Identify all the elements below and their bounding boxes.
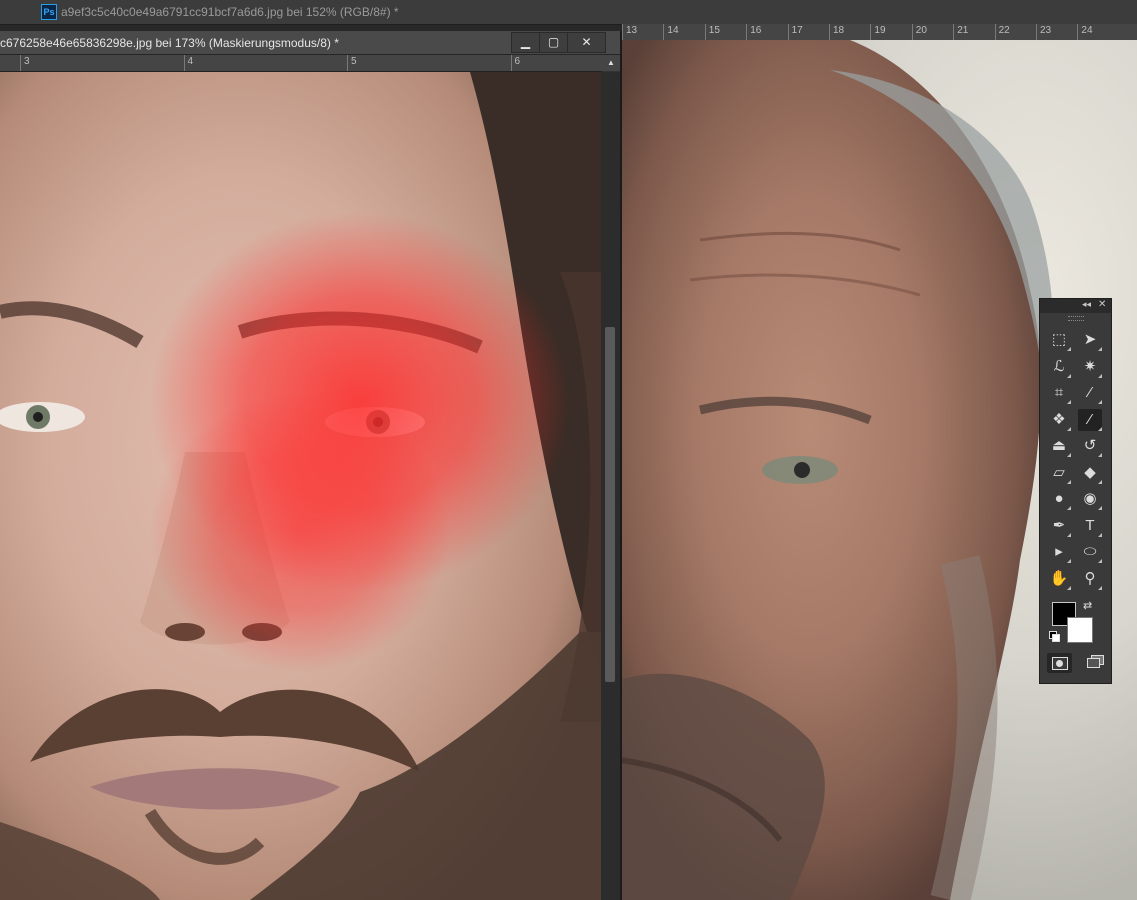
hand-tool-icon[interactable]: ✋	[1047, 568, 1071, 590]
paint-bucket-tool-icon[interactable]: ◆	[1078, 462, 1102, 484]
lasso-tool-icon[interactable]: ℒ	[1047, 356, 1071, 378]
ruler-label: 4	[187, 56, 194, 67]
default-colors-icon[interactable]	[1049, 631, 1060, 642]
close-button[interactable]: ✕	[567, 32, 606, 53]
crop-tool-icon[interactable]: ⌗	[1047, 382, 1071, 404]
pen-tool-icon[interactable]: ✒	[1047, 515, 1071, 537]
history-brush-tool-icon[interactable]: ↺	[1078, 435, 1102, 457]
blur-tool-icon[interactable]: ●	[1047, 488, 1071, 510]
front-horizontal-ruler[interactable]: 3 4 5 6	[0, 55, 602, 72]
ruler-label: 18	[833, 25, 845, 36]
maximize-button[interactable]: ▢	[539, 32, 568, 53]
screen-mode-button[interactable]	[1081, 653, 1106, 673]
ruler-tick: 24	[1077, 24, 1093, 40]
ruler-label: 23	[1040, 25, 1052, 36]
close-panel-icon[interactable]: ✕	[1098, 299, 1106, 310]
ruler-scroll-up-icon[interactable]: ▲	[602, 55, 620, 71]
ruler-tick: 21	[953, 24, 968, 40]
ruler-tick: 14	[663, 24, 679, 40]
background-color-swatch[interactable]	[1067, 617, 1093, 643]
clone-stamp-tool-icon[interactable]: ⏏	[1047, 435, 1071, 457]
ruler-label: 13	[626, 25, 638, 36]
ruler-tick: 6	[510, 55, 520, 71]
ellipse-tool-icon[interactable]: ⬭	[1078, 541, 1102, 563]
front-document-title: c676258e46e65836298e.jpg bei 173% (Maski…	[0, 36, 339, 50]
eraser-tool-icon[interactable]: ▱	[1047, 462, 1071, 484]
ruler-tick: 16	[746, 24, 761, 40]
vertical-scrollbar[interactable]	[601, 72, 620, 900]
brush-tool-icon[interactable]: ⁄	[1078, 408, 1102, 431]
ruler-label: 24	[1081, 25, 1093, 36]
front-document-canvas[interactable]	[0, 72, 601, 900]
front-document-titlebar[interactable]: c676258e46e65836298e.jpg bei 173% (Maski…	[0, 31, 620, 55]
panel-grip[interactable]	[1068, 316, 1084, 321]
ruler-tick: 15	[704, 24, 720, 40]
collapse-panel-icon[interactable]: ◂◂	[1082, 299, 1091, 310]
ruler-label: 20	[915, 25, 927, 36]
scrollbar-thumb[interactable]	[605, 327, 615, 682]
ruler-tick: 19	[870, 24, 886, 40]
ruler-label: 17	[791, 25, 803, 36]
ruler-tick: 17	[787, 24, 803, 40]
ruler-label: 5	[351, 56, 357, 67]
back-horizontal-ruler[interactable]: 13 14 15 16 17 18 19 20 21 22 23 24	[622, 24, 1137, 41]
ruler-tick: 4	[183, 55, 193, 71]
tools-panel: ◂◂ ✕ ⬚ ➤ ℒ ✷ ⌗ ⁄ ❖ ⁄ ⏏ ↺ ▱ ◆ ● ◉ ✒ T ▸ ⬭ ✋ ⚲ ⇄	[1039, 298, 1112, 684]
move-tool-icon[interactable]: ➤	[1078, 329, 1102, 351]
path-selection-tool-icon[interactable]: ▸	[1047, 541, 1071, 563]
photoshop-logo-icon: Ps	[41, 4, 57, 20]
healing-brush-tool-icon[interactable]: ❖	[1047, 409, 1071, 431]
tools-panel-header[interactable]: ◂◂ ✕	[1040, 299, 1111, 313]
ruler-label: 3	[24, 56, 30, 67]
back-document-title: a9ef3c5c40c0e49a6791cc91bcf7a6d6.jpg bei…	[61, 5, 399, 19]
swap-colors-icon[interactable]: ⇄	[1083, 599, 1092, 612]
magic-wand-tool-icon[interactable]: ✷	[1078, 356, 1102, 378]
ruler-label: 21	[957, 25, 969, 36]
back-document-tab[interactable]: Ps a9ef3c5c40c0e49a6791cc91bcf7a6d6.jpg …	[0, 0, 1137, 25]
minimize-button[interactable]: ▁	[511, 32, 540, 53]
ruler-label: 6	[514, 56, 521, 67]
ruler-tick: 23	[1036, 24, 1051, 40]
young-man-portrait-image	[0, 72, 601, 900]
zoom-tool-icon[interactable]: ⚲	[1078, 568, 1102, 590]
ruler-tick: 13	[622, 24, 637, 40]
ruler-label: 19	[874, 25, 886, 36]
ruler-label: 14	[667, 25, 679, 36]
ruler-tick: 5	[347, 55, 357, 71]
ruler-label: 15	[708, 25, 720, 36]
ruler-tick: 22	[994, 24, 1010, 40]
ruler-tick: 3	[20, 55, 30, 71]
eyedropper-tool-icon[interactable]: ⁄	[1078, 382, 1102, 404]
ruler-label: 16	[750, 25, 762, 36]
ruler-label: 22	[998, 25, 1010, 36]
quick-mask-button[interactable]	[1047, 653, 1072, 673]
ruler-tick: 20	[911, 24, 927, 40]
front-document-window: c676258e46e65836298e.jpg bei 173% (Maski…	[0, 31, 622, 900]
type-tool-icon[interactable]: T	[1078, 515, 1102, 537]
ruler-tick: 18	[829, 24, 844, 40]
marquee-tool-icon[interactable]: ⬚	[1047, 329, 1071, 351]
dodge-tool-icon[interactable]: ◉	[1078, 488, 1102, 510]
